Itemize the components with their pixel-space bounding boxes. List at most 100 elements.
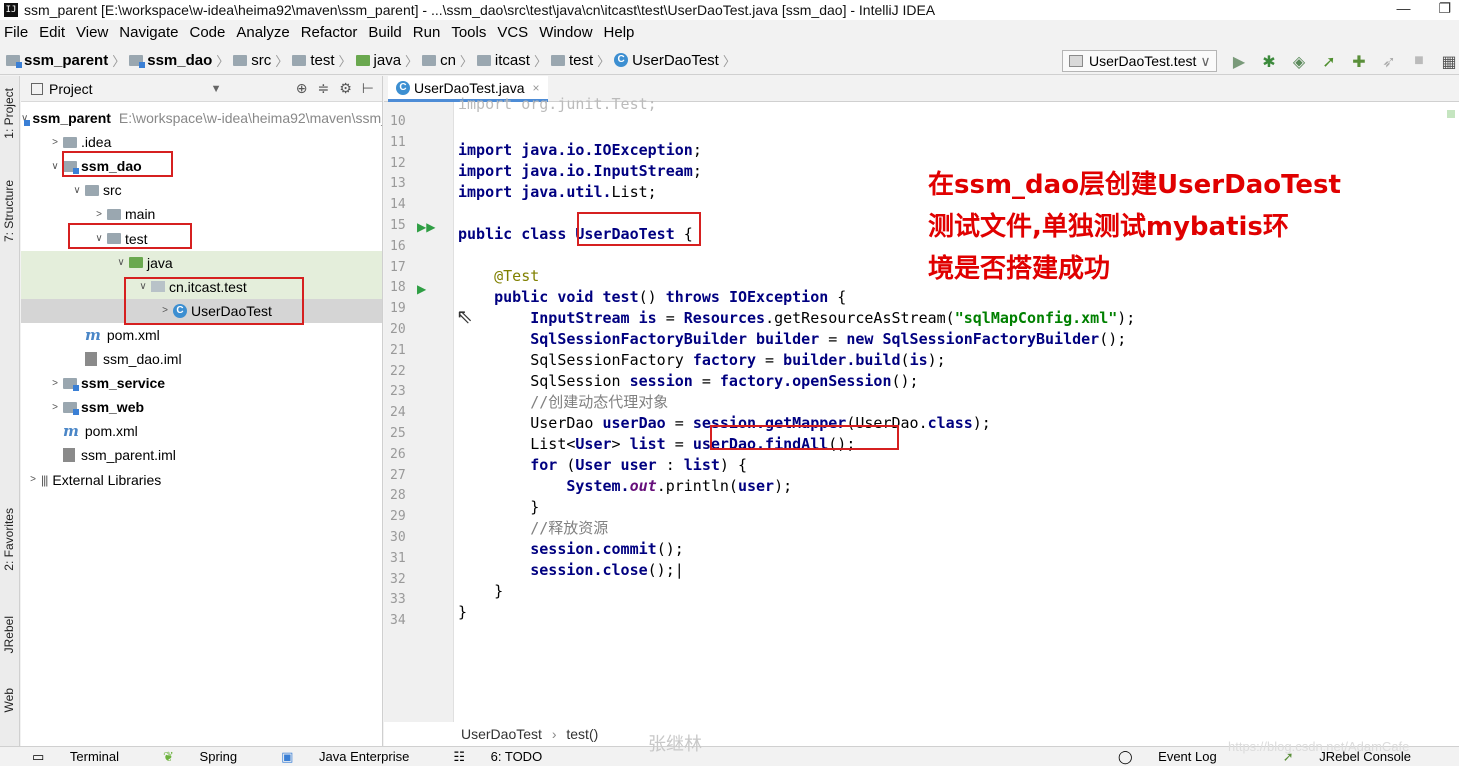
project-structure-icon[interactable]: ▦: [1440, 52, 1458, 72]
folder-icon: [63, 160, 79, 174]
tab-structure[interactable]: 7: Structure: [2, 180, 16, 242]
chevron-right-icon: 〉: [216, 53, 230, 69]
code-line-27: System.out.println(user);: [566, 477, 793, 495]
terminal-tab[interactable]: ▭ Terminal: [32, 749, 141, 765]
line-number: 10: [390, 114, 406, 129]
gear-icon[interactable]: ⚙: [339, 80, 352, 97]
tree-item-label: UserDaoTest: [191, 302, 272, 319]
menu-run[interactable]: Run: [413, 24, 441, 41]
menu-code[interactable]: Code: [189, 24, 225, 41]
breadcrumb-item[interactable]: src 〉: [233, 51, 288, 70]
tree-item-label: cn.itcast.test: [169, 278, 247, 295]
tree-item--idea[interactable]: > .idea: [21, 130, 382, 154]
tree-item-ssm-parent[interactable]: ∨ ssm_parent E:\workspace\w-idea\heima92\m…: [21, 106, 382, 130]
menu-view[interactable]: View: [76, 24, 108, 41]
line-number: 14: [390, 197, 406, 213]
tree-item-external-libraries[interactable]: > ||| External Libraries: [21, 468, 382, 492]
chevron-down-icon[interactable]: ∨: [135, 281, 151, 292]
tree-item-java[interactable]: ∨ java: [21, 250, 382, 275]
breadcrumb-item[interactable]: test 〉: [550, 51, 610, 70]
annotation-line-3: 境是否搭建成功: [928, 254, 1111, 284]
breadcrumb-item[interactable]: ssm_parent 〉: [6, 51, 125, 70]
java-enterprise-label: Java Enterprise: [319, 748, 410, 764]
minimize-button[interactable]: —: [1396, 0, 1410, 17]
debug-icon[interactable]: ✱: [1260, 52, 1278, 72]
jrebel-run-icon[interactable]: ✚: [1350, 52, 1368, 72]
tree-item-ssm-web[interactable]: > ssm_web: [21, 395, 382, 419]
todo-tab[interactable]: ☷ 6: TODO: [453, 749, 564, 765]
menu-navigate[interactable]: Navigate: [119, 24, 178, 41]
locate-icon[interactable]: ⊕: [296, 80, 308, 97]
menu-tools[interactable]: Tools: [451, 24, 486, 41]
tree-item-ssm-parent-iml[interactable]: ssm_parent.iml: [21, 443, 382, 467]
line-number-gutter[interactable]: 10 11 12 13 14 15 ▶▶ 16 17 18 ▶ 19 20 21 22 23 24 25 26 27 2…: [384, 102, 454, 722]
inspection-status-icon[interactable]: [1447, 110, 1455, 118]
watermark-name: 张继林: [648, 734, 702, 754]
chevron-down-icon[interactable]: ∨: [47, 161, 63, 172]
tab-project[interactable]: 1: Project: [2, 88, 16, 139]
breadcrumb-item[interactable]: C UserDaoTest 〉: [614, 51, 736, 70]
tree-item-pom-xml[interactable]: m pom.xml: [21, 419, 382, 443]
folder-icon: [6, 54, 22, 68]
java-enterprise-tab[interactable]: ▣ Java Enterprise: [281, 749, 431, 765]
tab-favorites[interactable]: 2: Favorites: [2, 508, 16, 571]
tree-item-label: main: [125, 206, 156, 223]
collapse-all-icon[interactable]: ≑: [318, 80, 330, 97]
chevron-right-icon[interactable]: >: [91, 209, 107, 220]
menu-analyze[interactable]: Analyze: [236, 24, 289, 41]
breadcrumb-item[interactable]: itcast 〉: [476, 51, 547, 70]
menu-refactor[interactable]: Refactor: [301, 24, 358, 41]
breadcrumb-item[interactable]: java 〉: [355, 51, 418, 70]
chevron-right-icon[interactable]: >: [47, 378, 63, 389]
breadcrumb-item[interactable]: test 〉: [292, 51, 352, 70]
profile-icon[interactable]: ➚: [1320, 52, 1338, 72]
folder-icon: [292, 54, 307, 66]
menu-help[interactable]: Help: [604, 24, 635, 41]
tree-item-ssm-dao[interactable]: ∨ ssm_dao: [21, 154, 382, 178]
editor-breadcrumb-method[interactable]: test(): [566, 726, 598, 742]
iml-file-icon: [63, 448, 75, 463]
jrebel-debug-icon[interactable]: ➶: [1380, 52, 1398, 72]
project-view-icon: [31, 82, 43, 95]
tab-jrebel[interactable]: JRebel: [2, 616, 16, 653]
spring-tab[interactable]: ❦ Spring: [163, 749, 259, 765]
editor-breadcrumb-class[interactable]: UserDaoTest: [461, 726, 542, 742]
chevron-right-icon[interactable]: >: [47, 402, 63, 413]
tree-item-userdaotest[interactable]: > C UserDaoTest: [21, 298, 382, 323]
menu-vcs[interactable]: VCS: [497, 24, 528, 41]
tree-item-src[interactable]: ∨ src: [21, 178, 382, 202]
menu-window[interactable]: Window: [539, 24, 592, 41]
event-log-tab[interactable]: ◯ Event Log: [1118, 749, 1239, 765]
menu-file[interactable]: File: [4, 24, 28, 41]
menu-edit[interactable]: Edit: [39, 24, 65, 41]
chevron-down-icon[interactable]: ∨: [69, 185, 85, 196]
close-icon[interactable]: ×: [533, 81, 540, 95]
chevron-down-icon[interactable]: ∨: [91, 233, 107, 244]
project-panel-title[interactable]: Project: [49, 81, 93, 97]
stop-icon[interactable]: ■: [1410, 52, 1428, 72]
maven-icon: m: [63, 422, 79, 441]
tree-item-main[interactable]: > main: [21, 202, 382, 226]
coverage-icon[interactable]: ◈: [1290, 52, 1308, 72]
menu-build[interactable]: Build: [368, 24, 401, 41]
tree-item-pom-xml[interactable]: m pom.xml: [21, 323, 382, 347]
chevron-down-icon[interactable]: ▼: [211, 83, 222, 95]
tree-item-ssm-service[interactable]: > ssm_service: [21, 371, 382, 395]
code-line-15: public class UserDaoTest {: [458, 225, 693, 243]
restore-button[interactable]: ❐: [1438, 0, 1451, 17]
run-icon[interactable]: ▶: [1230, 52, 1248, 72]
hide-icon[interactable]: ⊢: [362, 80, 374, 97]
chevron-right-icon[interactable]: >: [47, 137, 63, 148]
tree-item-ssm-dao-iml[interactable]: ssm_dao.iml: [21, 347, 382, 371]
breadcrumb-item[interactable]: ssm_dao 〉: [129, 51, 229, 70]
chevron-right-icon[interactable]: >: [25, 474, 41, 485]
run-gutter-icon[interactable]: ▶: [417, 282, 426, 296]
tab-web[interactable]: Web: [2, 688, 16, 712]
chevron-down-icon[interactable]: ∨: [113, 257, 129, 268]
tree-item-test[interactable]: ∨ test: [21, 227, 382, 251]
chevron-right-icon[interactable]: >: [157, 305, 173, 316]
run-gutter-icon[interactable]: ▶▶: [417, 220, 435, 234]
tree-item-cn-itcast-test[interactable]: ∨ cn.itcast.test: [21, 274, 382, 299]
run-configuration-select[interactable]: UserDaoTest.test ∨: [1062, 50, 1217, 72]
breadcrumb-item[interactable]: cn 〉: [422, 51, 473, 70]
